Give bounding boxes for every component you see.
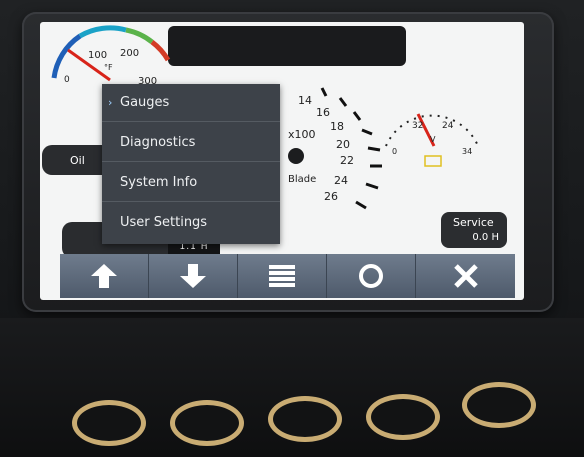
arrow-down-icon [180,264,206,288]
temp-tick-200: 200 [120,48,139,59]
rpm-gauge: 14 16 18 20 22 24 26 x100 Blade [288,87,382,210]
menu-icon [269,265,295,287]
blade-label: Blade [288,174,316,185]
rpm-multiplier: x100 [288,128,316,141]
down-button[interactable] [149,254,238,298]
chevron-right-icon: › [108,96,113,109]
service-panel: Service 0.0 H [441,212,507,248]
soft-key-bar [60,254,515,298]
circle-icon [359,264,383,288]
hard-button-4[interactable] [366,394,440,440]
oil-label: Oil [70,153,85,167]
rpm-tick-16: 16 [316,106,330,119]
rpm-tick-26: 26 [324,190,338,203]
voltage-gauge: 0 32 24 34 V [385,113,479,167]
rpm-tick-18: 18 [330,120,344,133]
menu-item-label: Diagnostics [120,135,196,150]
service-value: 0.0 H [472,232,499,243]
close-icon [453,264,478,288]
volt-tick-0: 0 [392,147,397,156]
volt-tick-24: 24 [442,121,454,131]
menu-item-label: System Info [120,175,198,190]
temp-tick-0: 0 [64,75,70,85]
menu-item-user-settings[interactable]: User Settings [102,204,280,242]
temperature-gauge: 0 100 200 300 °F [51,25,171,87]
battery-icon [424,155,442,167]
temp-unit: °F [104,63,113,72]
temp-tick-100: 100 [88,50,107,61]
menu-button[interactable] [238,254,327,298]
lower-button-panel [0,318,584,457]
main-menu: › Gauges Diagnostics System Info User Se… [102,84,280,244]
hard-button-1[interactable] [72,400,146,446]
volt-unit: V [430,135,436,144]
close-button[interactable] [416,254,515,298]
menu-item-diagnostics[interactable]: Diagnostics [102,124,280,162]
menu-item-label: Gauges [120,95,170,110]
rpm-tick-22: 22 [340,154,354,167]
arrow-up-icon [91,264,117,288]
rpm-tick-24: 24 [334,174,348,187]
volt-tick-32: 32 [412,121,423,131]
hard-button-3[interactable] [268,396,342,442]
service-title: Service [453,216,494,229]
device-photo: 0 100 200 300 °F 14 16 18 20 22 24 26 x1… [0,0,584,457]
hard-button-2[interactable] [170,400,244,446]
display-screen: 0 100 200 300 °F 14 16 18 20 22 24 26 x1… [40,22,524,300]
rpm-tick-20: 20 [336,138,350,151]
rpm-tick-14: 14 [298,94,312,107]
rpm-hub [288,148,304,164]
menu-item-label: User Settings [120,215,208,230]
volt-tick-34: 34 [462,147,472,156]
up-button[interactable] [60,254,149,298]
menu-item-gauges[interactable]: › Gauges [102,84,280,122]
hard-button-5[interactable] [462,382,536,428]
menu-item-system-info[interactable]: System Info [102,164,280,202]
select-button[interactable] [327,254,416,298]
